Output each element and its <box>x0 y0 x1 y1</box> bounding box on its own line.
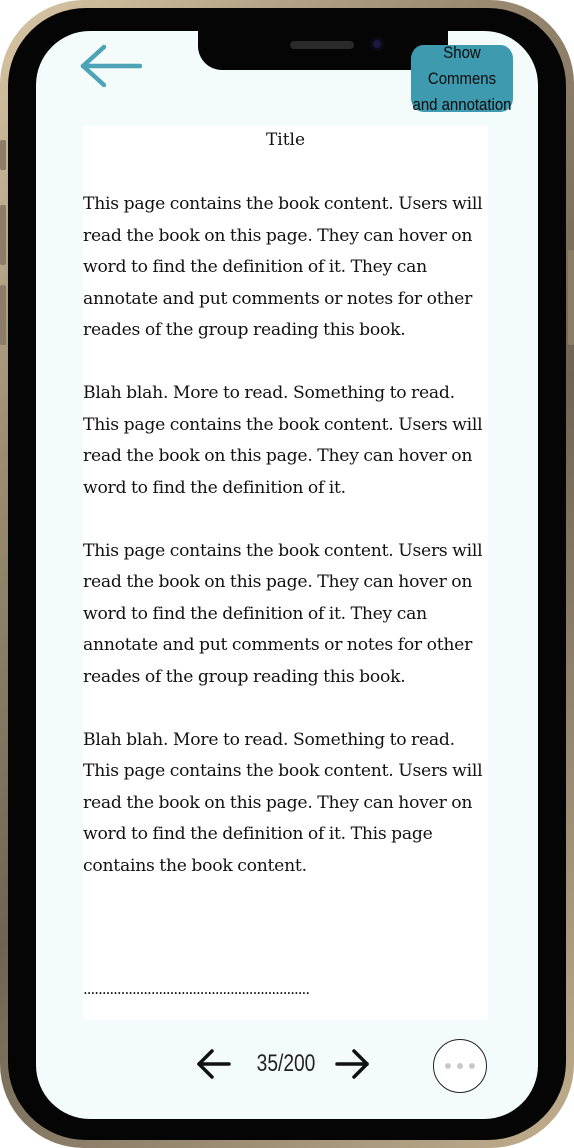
book-paragraph[interactable]: This page contains the book content. Use… <box>83 189 488 347</box>
book-page: Title This page contains the book conten… <box>83 126 488 1020</box>
book-paragraph[interactable]: This page contains the book content. Use… <box>83 536 488 694</box>
mute-switch <box>0 140 6 170</box>
front-camera <box>370 37 384 51</box>
show-comments-label-line2: and annotation <box>412 94 512 114</box>
ellipsis-icon <box>457 1063 463 1069</box>
arrow-left-icon <box>197 1049 231 1079</box>
ellipsis-icon <box>445 1063 451 1069</box>
next-page-button[interactable] <box>334 1047 370 1081</box>
continuation-dots: ........................................… <box>83 980 310 998</box>
volume-down-button <box>0 285 6 345</box>
arrow-right-icon <box>335 1049 369 1079</box>
page-indicator: 35/200 <box>256 1050 316 1077</box>
book-paragraph[interactable]: Blah blah. More to read. Something to re… <box>83 378 488 504</box>
book-title: Title <box>265 130 306 150</box>
previous-page-button[interactable] <box>196 1047 232 1081</box>
book-paragraph[interactable]: Blah blah. More to read. Something to re… <box>83 725 488 883</box>
volume-up-button <box>0 205 6 265</box>
book-content: This page contains the book content. Use… <box>83 189 488 914</box>
show-comments-button[interactable]: Show Commens and annotation <box>410 43 514 114</box>
ellipsis-icon <box>469 1063 475 1069</box>
arrow-left-icon <box>80 44 143 88</box>
show-comments-label-line1: Show Commens <box>427 42 497 88</box>
more-options-button[interactable] <box>433 1039 487 1093</box>
back-button[interactable] <box>80 44 143 88</box>
speaker-grille <box>290 41 354 49</box>
power-button <box>568 250 574 345</box>
